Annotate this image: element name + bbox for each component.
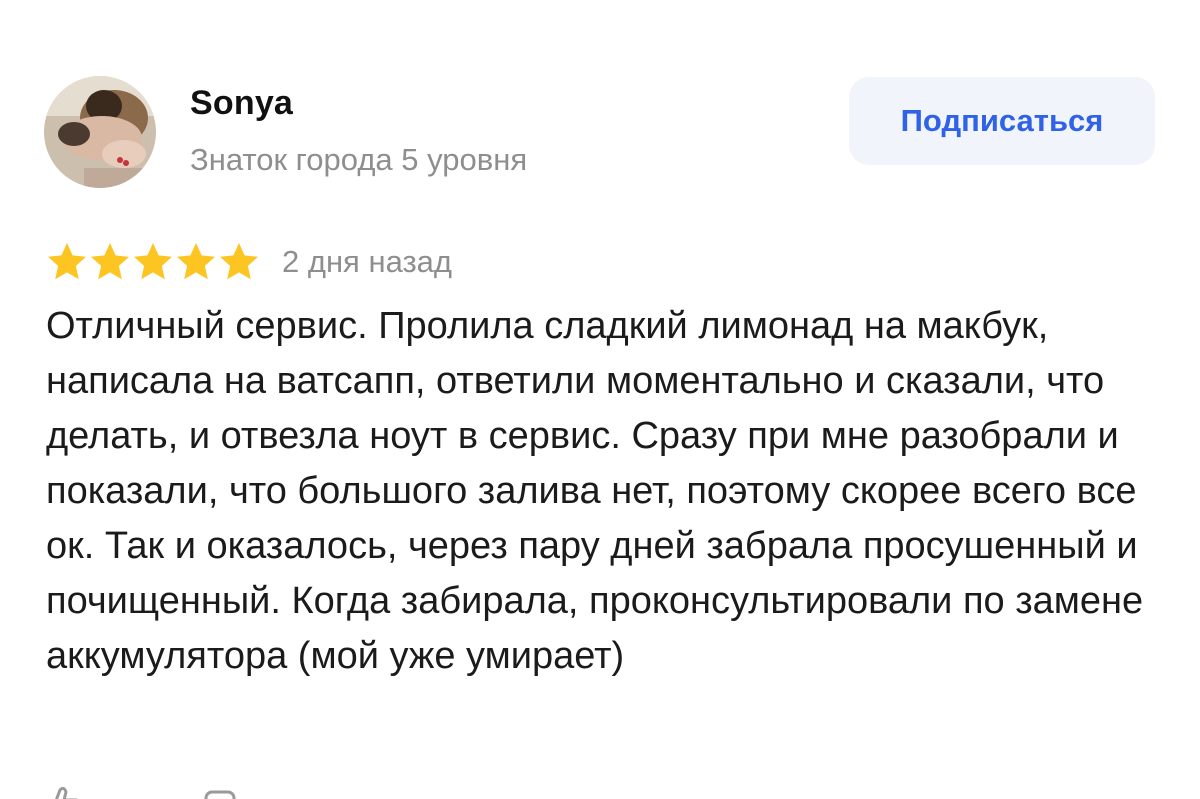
avatar[interactable]	[44, 76, 156, 188]
star-icon	[91, 243, 129, 280]
review-text: Отличный сервис. Пролила сладкий лимонад…	[46, 305, 1144, 677]
comment-icon[interactable]	[202, 786, 238, 799]
rating-row: 2 дня назад	[46, 238, 452, 286]
author-name[interactable]: Sonya	[190, 84, 293, 123]
like-icon[interactable]	[46, 786, 82, 799]
star-icon	[134, 243, 172, 280]
star-icon	[220, 243, 258, 280]
star-icon	[48, 243, 86, 280]
author-level: Знаток города 5 уровня	[190, 142, 528, 177]
subscribe-button[interactable]: Подписаться	[849, 77, 1155, 165]
review-date: 2 дня назад	[282, 244, 453, 279]
star-icon	[177, 243, 215, 280]
review-actions	[46, 786, 238, 799]
star-rating	[46, 241, 260, 283]
avatar-photo	[44, 76, 156, 188]
